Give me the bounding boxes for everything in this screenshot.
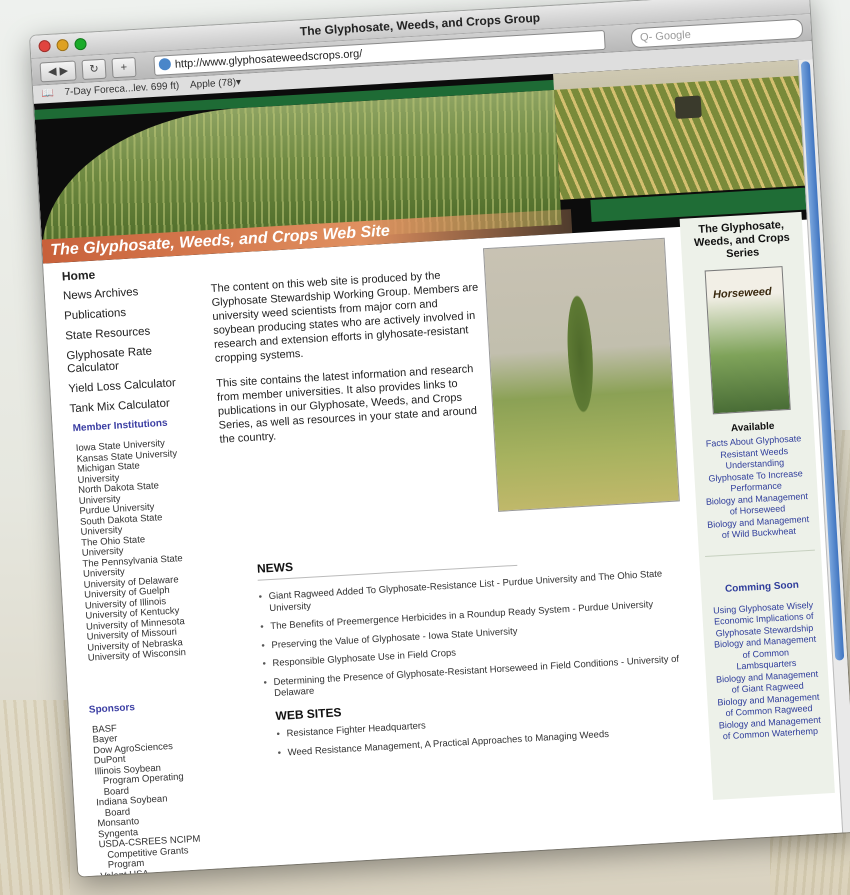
coming-soon-heading: Comming Soon [724,579,800,595]
bookmark-apple[interactable]: Apple (78)▾ [190,77,242,91]
back-forward-buttons[interactable]: ◀ ▶ [39,60,77,83]
tractor-icon [674,95,702,119]
horseweed-book-cover[interactable]: Horseweed [704,266,791,415]
background-field-left [0,700,70,895]
news-heading: NEWS [256,559,294,576]
nav-news-archives[interactable]: News Archives [63,283,196,304]
search-placeholder: Q- Google [639,28,692,44]
coming-soon-list: Using Glyphosate Wisely Economic Implica… [702,599,832,743]
nav-state-resources[interactable]: State Resources [65,323,198,344]
member-institutions-heading: Member Institutions [72,417,168,435]
add-bookmark-button[interactable]: + [111,56,137,79]
banner-field-image [553,75,806,200]
book-icon[interactable]: 📖 [41,88,54,100]
intro-text: The content on this web site is produced… [210,267,488,458]
news-list: Giant Ragweed Added To Glyphosate-Resist… [258,567,694,707]
reload-button[interactable]: ↻ [81,58,107,81]
nav-home[interactable]: Home [61,263,195,284]
browser-window: The Glyphosate, Weeds, and Crops Group ◀… [30,0,850,877]
left-navigation: Home News Archives Publications State Re… [44,263,229,877]
web-sites-heading: WEB SITES [275,705,342,723]
available-list: Facts About Glyphosate Resistant Weeds U… [692,433,820,542]
book-cover-title: Horseweed [712,285,772,302]
nav-tank-mix-calculator[interactable]: Tank Mix Calculator [69,396,202,417]
nav-publications[interactable]: Publications [64,303,197,324]
series-title: The Glyphosate, Weeds, and Crops Series [693,218,791,261]
globe-icon [158,57,172,71]
weed-in-field-photo [482,237,680,512]
web-page: The Glyphosate, Weeds, and Crops Web Sit… [33,59,844,877]
intro-paragraph-2: This site contains the latest informatio… [215,363,478,446]
sponsors-heading: Sponsors [88,701,136,716]
intro-paragraph-1: The content on this web site is produced… [210,269,479,365]
member-list: Iowa State University Kansas State Unive… [76,437,216,665]
sponsor-list: BASF Bayer Dow AgroSciences DuPont Illin… [92,718,229,877]
sidebar-divider [705,549,815,557]
nav-glyphosate-rate-calculator[interactable]: Glyphosate Rate Calculator [66,343,199,377]
url-text: http://www.glyphosateweedscrops.org/ [174,47,363,71]
nav-yield-loss-calculator[interactable]: Yield Loss Calculator [68,376,201,397]
